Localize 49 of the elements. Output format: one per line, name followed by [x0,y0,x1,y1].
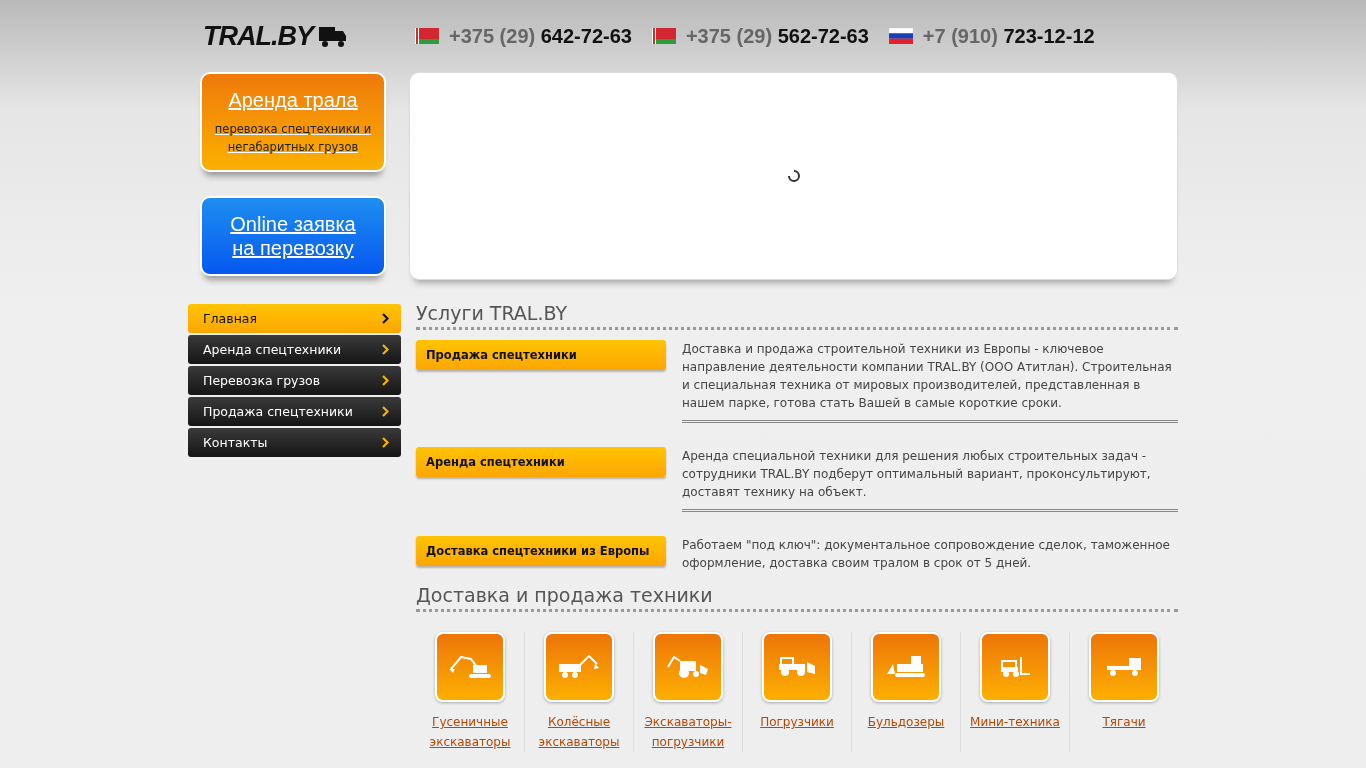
machine-icon [667,655,709,679]
flag-icon [415,28,439,44]
menu-item[interactable]: Перевозка грузов [188,366,401,395]
menu-item[interactable]: Продажа спецтехники [188,397,401,426]
menu-item[interactable]: Главная [188,304,401,333]
section-heading: Услуги TRAL.BY [416,302,1178,330]
service-button[interactable]: Доставка спецтехники из Европы [416,536,666,566]
chevron-icon [382,313,389,324]
service-description: Аренда специальной техники для решения любых строительных задач - сотрудники TRAL.BY подберут оптимальный вариант, проконсультируют, доставят технику на объект. [682,447,1178,512]
machine-icon [778,657,816,677]
flag-icon [888,28,913,44]
category-tile[interactable] [435,632,505,702]
service-description: Работаем "под ключ": документальное сопровождение сделок, таможенное оформление, доставка своим тралом в срок от 5 дней. [682,537,1171,572]
menu-item[interactable]: Контакты [188,428,401,457]
category-tile[interactable] [762,632,832,702]
machine-icon [448,655,492,679]
chevron-icon [382,406,389,417]
chevron-icon [382,344,389,355]
promo-button[interactable]: Online заявка на перевозку [200,196,386,276]
category-tile[interactable] [871,632,941,702]
service-button[interactable]: Аренда спецтехники [416,447,666,477]
section-heading: Доставка и продажа техники [416,584,1178,612]
category-link[interactable]: Тягачи [1102,712,1146,732]
chevron-icon [382,437,389,448]
phone-number: +7 (910) 723-12-12 [922,24,1095,48]
flag-icon [651,28,676,44]
machine-icon [999,656,1031,678]
machine-icon [1106,657,1142,677]
machine-icon [886,656,926,678]
category-link[interactable]: Экскаваторы-погрузчики [634,712,742,752]
loading-spinner-icon [786,169,801,183]
phone-number: +375 (29) 642-72-63 [449,24,632,48]
promo-button[interactable]: Аренда трала перевозка спецтехники и негабаритных грузов [200,72,386,172]
category-link[interactable]: Бульдозеры [867,712,945,732]
category-tile[interactable] [544,632,614,702]
chevron-icon [382,375,389,386]
service-button[interactable]: Продажа спецтехники [416,340,666,370]
logo[interactable]: TRAL.BY [203,21,347,51]
category-link[interactable]: Погрузчики [760,712,834,732]
menu-item[interactable]: Аренда спецтехники [188,335,401,364]
category-tile[interactable] [653,632,723,702]
category-tile[interactable] [1089,632,1159,702]
category-link[interactable]: Мини-техника [970,712,1060,732]
machine-icon [558,655,600,679]
category-link[interactable]: Колёсные экскаваторы [525,712,633,752]
category-tile[interactable] [980,632,1050,702]
category-link[interactable]: Гусеничные экскаваторы [416,712,524,752]
phone-number: +375 (29) 562-72-63 [685,24,869,48]
service-description: Доставка и продажа строительной техники из Европы - ключевое направление деятельности компании TRAL.BY (ООО Атитлан). Строительная и специальная техника от мировых производителей, представленная в нашем парке, готова стать Вашей в самые короткие сроки. [682,340,1178,423]
